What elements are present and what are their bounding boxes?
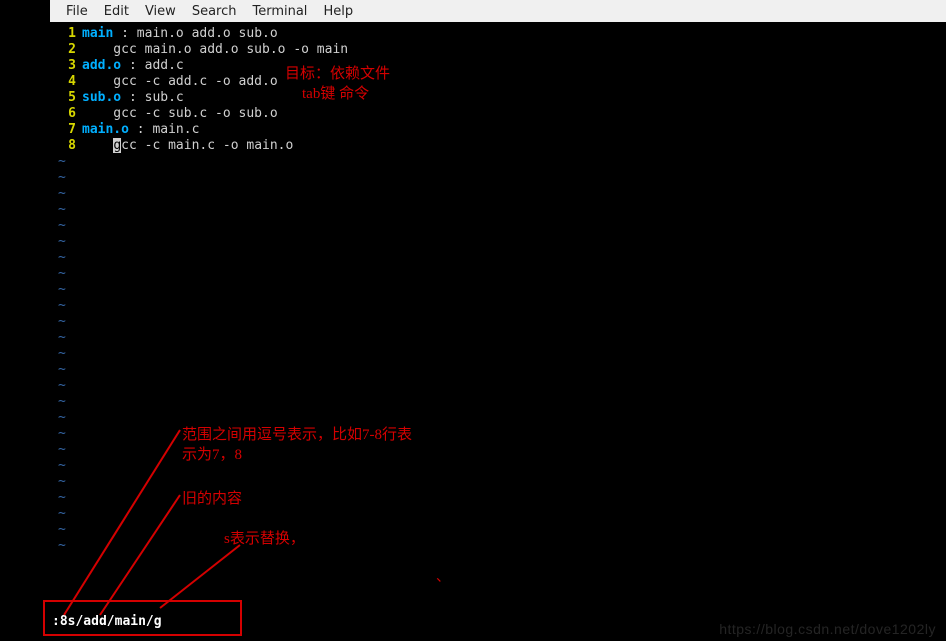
line-number: 2 <box>50 42 82 58</box>
code-line: 5sub.o : sub.c <box>50 90 942 106</box>
stray-mark: 、 <box>436 566 450 586</box>
cmd-highlight-box <box>43 600 242 636</box>
code-text: main.o : main.c <box>82 122 199 138</box>
tilde-line: ~ <box>50 394 942 410</box>
line-number: 4 <box>50 74 82 90</box>
menu-terminal[interactable]: Terminal <box>252 4 307 19</box>
annotation-target-deps: 目标：依赖文件 <box>285 62 390 83</box>
tilde-line: ~ <box>50 330 942 346</box>
line-number: 6 <box>50 106 82 122</box>
tilde-line: ~ <box>50 154 942 170</box>
left-strip <box>0 0 50 641</box>
tilde-line: ~ <box>50 282 942 298</box>
tilde-line: ~ <box>50 314 942 330</box>
menu-search[interactable]: Search <box>192 4 237 19</box>
code-line: 7main.o : main.c <box>50 122 942 138</box>
tilde-line: ~ <box>50 522 942 538</box>
menu-edit[interactable]: Edit <box>104 4 129 19</box>
line-number: 8 <box>50 138 82 154</box>
tilde-line: ~ <box>50 202 942 218</box>
code-line: 3add.o : add.c <box>50 58 942 74</box>
code-block: 1main : main.o add.o sub.o 2 gcc main.o … <box>50 26 942 154</box>
tilde-line: ~ <box>50 250 942 266</box>
editor-viewport[interactable]: 1main : main.o add.o sub.o 2 gcc main.o … <box>50 22 942 613</box>
tilde-line: ~ <box>50 170 942 186</box>
line-number: 3 <box>50 58 82 74</box>
annotation-s-replace: s表示替换， <box>224 527 305 548</box>
tilde-line: ~ <box>50 378 942 394</box>
tilde-line: ~ <box>50 234 942 250</box>
menu-view[interactable]: View <box>145 4 176 19</box>
tilde-line: ~ <box>50 538 942 554</box>
code-line: 4 gcc -c add.c -o add.o <box>50 74 942 90</box>
annotation-tab-cmd: tab键 命令 <box>302 82 369 103</box>
line-number: 1 <box>50 26 82 42</box>
code-line: 1main : main.o add.o sub.o <box>50 26 942 42</box>
code-text: gcc -c main.c -o main.o <box>82 138 293 154</box>
tilde-line: ~ <box>50 298 942 314</box>
menu-bar: File Edit View Search Terminal Help <box>50 0 946 22</box>
code-line: 2 gcc main.o add.o sub.o -o main <box>50 42 942 58</box>
code-line: 8 gcc -c main.c -o main.o <box>50 138 942 154</box>
annotation-old-content: 旧的内容 <box>182 487 242 508</box>
code-line: 6 gcc -c sub.c -o sub.o <box>50 106 942 122</box>
tilde-line: ~ <box>50 362 942 378</box>
code-text: add.o : add.c <box>82 58 184 74</box>
tilde-line: ~ <box>50 266 942 282</box>
code-text: gcc -c add.c -o add.o <box>82 74 278 90</box>
tilde-line: ~ <box>50 346 942 362</box>
code-text: main : main.o add.o sub.o <box>82 26 278 42</box>
code-text: gcc -c sub.c -o sub.o <box>82 106 278 122</box>
code-text: sub.o : sub.c <box>82 90 184 106</box>
menu-help[interactable]: Help <box>323 4 353 19</box>
watermark: https://blog.csdn.net/dove1202ly <box>719 621 936 637</box>
code-text: gcc main.o add.o sub.o -o main <box>82 42 348 58</box>
tilde-line: ~ <box>50 186 942 202</box>
line-number: 5 <box>50 90 82 106</box>
annotation-range-2: 示为7，8 <box>182 443 242 464</box>
line-number: 7 <box>50 122 82 138</box>
menu-file[interactable]: File <box>66 4 88 19</box>
tilde-line: ~ <box>50 218 942 234</box>
annotation-range-1: 范围之间用逗号表示，比如7-8行表 <box>182 423 412 444</box>
tilde-line: ~ <box>50 506 942 522</box>
